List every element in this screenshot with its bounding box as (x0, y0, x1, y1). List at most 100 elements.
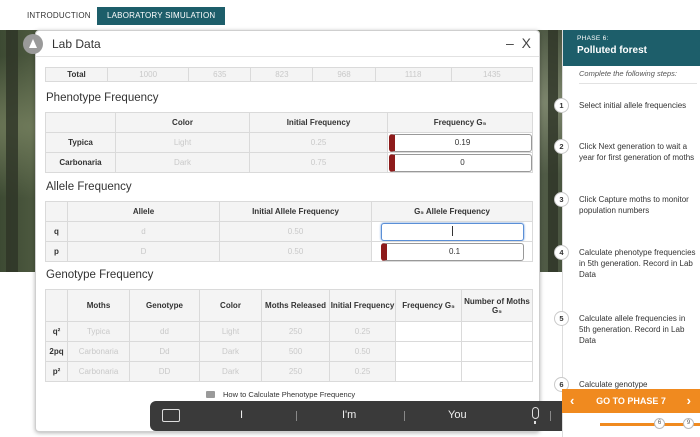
total-value: 1435 (450, 67, 534, 82)
genotype-cell: dd (129, 321, 200, 342)
table-row: 2pq Carbonaria Dd Dark 500 0.50 (45, 341, 533, 362)
step-text: Calculate phenotype frequencies in 5th g… (579, 248, 696, 279)
g5-frequency-input[interactable] (395, 341, 462, 362)
genotype-table: Moths Genotype Color Moths Released Init… (45, 289, 533, 382)
table-row: Carbonaria Dark 0.75 0 (45, 152, 533, 173)
moths-count-input[interactable] (461, 321, 533, 342)
column-header: Moths Released (261, 289, 330, 322)
table-row: Total 1000 635 823 968 1118 1435 (45, 67, 534, 82)
tab-bar: INTRODUCTION LABORATORY SIMULATION (0, 0, 700, 30)
microphone-icon[interactable] (532, 407, 539, 424)
column-header: Genotype (129, 289, 200, 322)
genotype-section-title: Genotype Frequency (46, 269, 154, 281)
header-blank (45, 289, 68, 322)
chevron-right-icon[interactable]: › (687, 389, 691, 413)
help-link[interactable]: How to Calculate Phenotype Frequency (223, 390, 355, 399)
moths-count-input[interactable] (461, 341, 533, 362)
column-header: Number of Moths G₅ (461, 289, 533, 322)
step-2: Click Next generation to wait a year for… (579, 141, 697, 163)
column-header: Initial Frequency (249, 112, 388, 133)
table-row: p² Carbonaria DD Dark 250 0.25 (45, 361, 533, 382)
separator (550, 411, 551, 421)
allele-section-title: Allele Frequency (46, 181, 132, 193)
table-row: q² Typica dd Light 250 0.25 (45, 321, 533, 342)
go-to-phase-button[interactable]: ‹ GO TO PHASE 7 › (562, 389, 700, 413)
initial-allele-frequency-cell: 0.50 (219, 241, 372, 262)
column-header: Moths (67, 289, 130, 322)
table-row: Typica Light 0.25 0.19 (45, 132, 533, 153)
separator (404, 411, 405, 421)
step-4: Calculate phenotype frequencies in 5th g… (579, 247, 697, 280)
initial-frequency-cell: 0.50 (329, 341, 396, 362)
row-label: Typica (45, 132, 116, 153)
step-3: Click Capture moths to monitor populatio… (579, 194, 697, 216)
keyboard-icon[interactable] (162, 409, 180, 422)
suggestion-word[interactable]: I (240, 409, 243, 421)
moths-cell: Carbonaria (67, 361, 130, 382)
phase-number: PHASE 6: (577, 35, 609, 42)
step-number: 3 (554, 192, 569, 207)
step-text: Click Next generation to wait a year for… (579, 142, 695, 162)
warning-icon (23, 34, 43, 54)
q-g5-input[interactable] (380, 222, 524, 241)
column-header: G₅ Allele Frequency (371, 201, 533, 222)
color-cell: Light (199, 321, 262, 342)
color-cell: Light (115, 132, 250, 153)
released-cell: 250 (261, 361, 330, 382)
initial-frequency-cell: 0.75 (249, 152, 388, 173)
step-number: 1 (554, 98, 569, 113)
column-header: Color (199, 289, 262, 322)
row-label: p (45, 241, 68, 262)
step-number: 4 (554, 245, 569, 260)
total-value: 635 (188, 67, 252, 82)
released-cell: 500 (261, 341, 330, 362)
column-header: Frequency G₅ (387, 112, 533, 133)
color-cell: Dark (115, 152, 250, 173)
header-blank (45, 201, 68, 222)
table-row: p D 0.50 0.1 (45, 241, 533, 262)
g5-frequency-cell: 0.19 (387, 132, 533, 153)
initial-frequency-cell: 0.25 (329, 361, 396, 382)
moths-count-input[interactable] (461, 361, 533, 382)
g5-allele-frequency-cell: 0.1 (371, 241, 533, 262)
phase-header: PHASE 6: Polluted forest (563, 30, 700, 66)
allele-cell: d (67, 221, 220, 242)
chevron-left-icon[interactable]: ‹ (570, 389, 574, 413)
g5-frequency-input[interactable] (395, 321, 462, 342)
column-header: Allele (67, 201, 220, 222)
initial-frequency-cell: 0.25 (329, 321, 396, 342)
tab-laboratory-simulation[interactable]: LABORATORY SIMULATION (97, 7, 226, 25)
step-text: Click Capture moths to monitor populatio… (579, 195, 689, 215)
step-number: 5 (554, 311, 569, 326)
moths-cell: Carbonaria (67, 341, 130, 362)
totals-table: Total 1000 635 823 968 1118 1435 (45, 67, 534, 82)
table-row: q d 0.50 (45, 221, 533, 242)
row-label: p² (45, 361, 68, 382)
g5-frequency-input[interactable] (395, 361, 462, 382)
panel-window-controls[interactable]: – X (506, 35, 533, 51)
typica-g5-input[interactable]: 0.19 (388, 133, 532, 152)
total-label: Total (45, 67, 108, 82)
phenotype-section-title: Phenotype Frequency (46, 92, 159, 104)
row-label: Carbonaria (45, 152, 116, 173)
column-header: Initial Frequency (329, 289, 396, 322)
table-header-row: Moths Genotype Color Moths Released Init… (45, 289, 533, 322)
genotype-cell: Dd (129, 341, 200, 362)
step-text: Calculate allele frequencies in 5th gene… (579, 314, 686, 345)
g5-frequency-cell: 0 (387, 152, 533, 173)
separator (296, 411, 297, 421)
tree-trunk (6, 30, 18, 272)
moths-cell: Typica (67, 321, 130, 342)
panel-header: Lab Data – X (36, 31, 539, 57)
allele-table: Allele Initial Allele Frequency G₅ Allel… (45, 201, 533, 262)
carbonaria-g5-input[interactable]: 0 (388, 153, 532, 172)
lab-data-panel: Lab Data – X Total 1000 635 823 968 1118… (35, 30, 540, 432)
instructions: Complete the following steps: (579, 68, 697, 84)
total-value: 823 (250, 67, 314, 82)
initial-allele-frequency-cell: 0.50 (219, 221, 372, 242)
p-g5-input[interactable]: 0.1 (380, 242, 524, 261)
suggestion-word[interactable]: You (448, 409, 467, 421)
suggestion-word[interactable]: I'm (342, 409, 356, 421)
keyboard-suggestion-bar: I I'm You (150, 401, 630, 431)
tab-introduction[interactable]: INTRODUCTION (17, 7, 101, 25)
